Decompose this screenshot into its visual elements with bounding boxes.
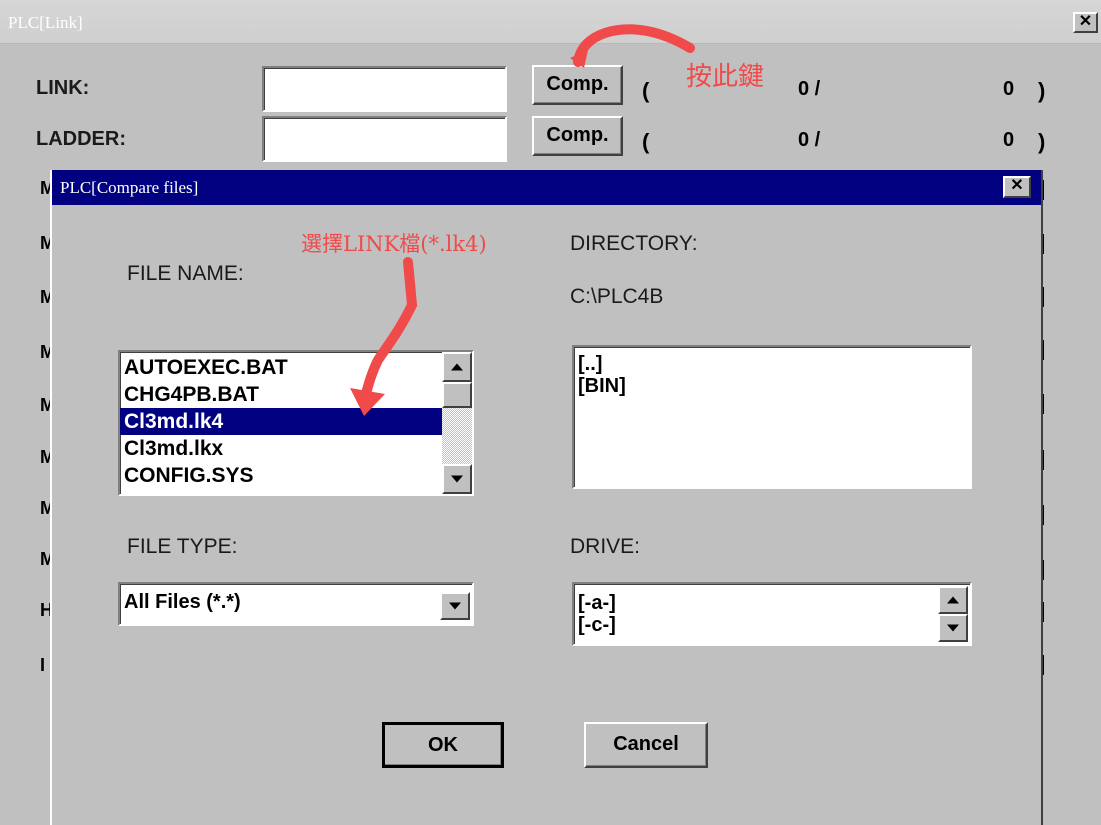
arrow-to-comp-button (573, 24, 695, 67)
annotation-press-key: 按此鍵 (686, 62, 765, 92)
annotation-arrows (350, 24, 695, 416)
annotation-select-link: 選擇LINK檔(*.lk4) (301, 232, 487, 256)
arrow-head-file (350, 388, 385, 416)
arrow-to-file-item (360, 257, 418, 403)
